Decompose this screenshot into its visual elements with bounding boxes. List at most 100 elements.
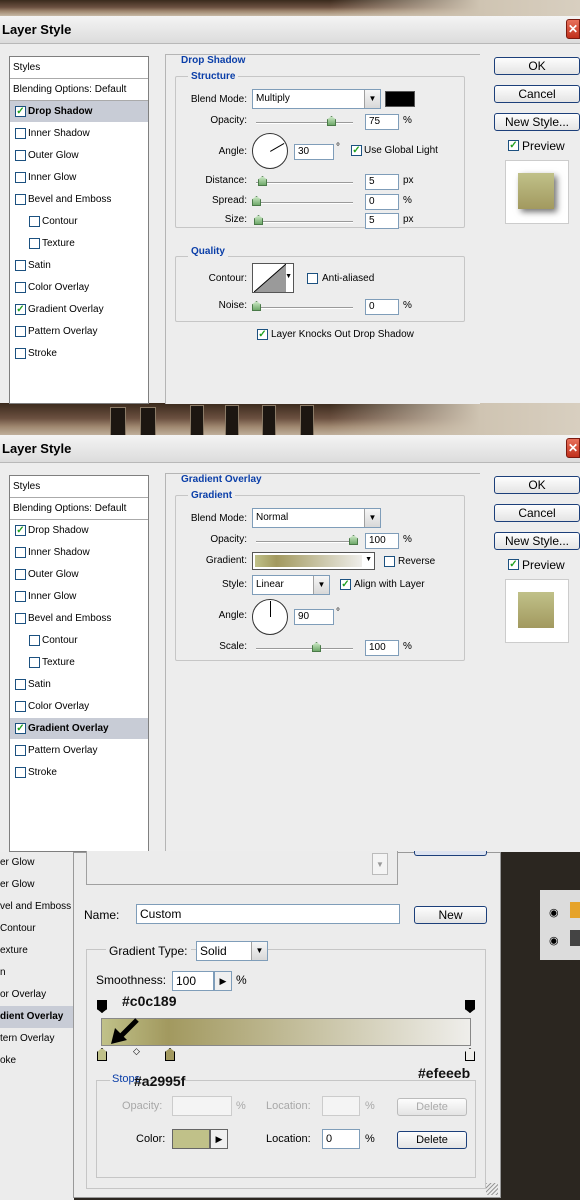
editor-style-item[interactable]: tern Overlay xyxy=(0,1028,74,1050)
style-item-stroke[interactable]: Stroke xyxy=(10,343,148,365)
noise-field[interactable]: 0 xyxy=(365,299,399,315)
style-item-satin[interactable]: Satin xyxy=(10,255,148,277)
style-item-contour[interactable]: Contour xyxy=(10,630,148,652)
distance-slider[interactable] xyxy=(256,176,353,186)
editor-style-item[interactable]: Contour xyxy=(0,918,74,940)
preview-checkbox[interactable]: ✓ xyxy=(508,559,519,570)
editor-style-item[interactable]: oke xyxy=(0,1050,74,1072)
style-item-stroke[interactable]: Stroke xyxy=(10,762,148,784)
midpoint-diamond-icon[interactable]: ◇ xyxy=(133,1046,140,1057)
style-item-checkbox[interactable] xyxy=(15,128,26,139)
style-item-bevel-and-emboss[interactable]: Bevel and Emboss xyxy=(10,189,148,211)
presets-scrollbar[interactable]: ▼ xyxy=(372,853,388,875)
new-style-button[interactable]: New Style... xyxy=(494,532,580,550)
angle-field[interactable]: 90 xyxy=(294,609,334,625)
styles-header[interactable]: Styles xyxy=(10,476,148,498)
blend-mode-select[interactable]: Multiply ▼ xyxy=(252,89,381,109)
opacity-slider[interactable] xyxy=(256,535,358,545)
ok-button[interactable]: OK xyxy=(494,57,580,75)
shadow-color-swatch[interactable] xyxy=(385,91,415,107)
gradient-bar[interactable] xyxy=(101,1018,471,1046)
style-item-checkbox[interactable] xyxy=(15,613,26,624)
use-global-light-checkbox[interactable]: ✓ xyxy=(351,145,362,156)
editor-style-item[interactable]: exture xyxy=(0,940,74,962)
style-item-checkbox[interactable] xyxy=(15,591,26,602)
style-item-checkbox[interactable] xyxy=(15,172,26,183)
dialog2-close-icon[interactable]: ✕ xyxy=(566,438,580,458)
dialog1-titlebar[interactable]: Layer Style ✕ xyxy=(0,16,580,44)
style-item-texture[interactable]: Texture xyxy=(10,652,148,674)
style-item-texture[interactable]: Texture xyxy=(10,233,148,255)
style-item-color-overlay[interactable]: Color Overlay xyxy=(10,696,148,718)
angle-field[interactable]: 30 xyxy=(294,144,334,160)
dialog1-close-icon[interactable]: ✕ xyxy=(566,19,580,39)
style-item-gradient-overlay[interactable]: ✓ Gradient Overlay xyxy=(10,299,148,321)
style-item-pattern-overlay[interactable]: Pattern Overlay xyxy=(10,321,148,343)
style-item-checkbox[interactable] xyxy=(29,635,40,646)
style-item-checkbox[interactable]: ✓ xyxy=(15,525,26,536)
gradient-picker[interactable]: ▼ xyxy=(252,552,375,570)
name-field[interactable]: Custom xyxy=(136,904,400,924)
style-item-checkbox[interactable] xyxy=(15,326,26,337)
blend-mode-select[interactable]: Normal ▼ xyxy=(252,508,381,528)
style-item-checkbox[interactable] xyxy=(29,657,40,668)
style-item-contour[interactable]: Contour xyxy=(10,211,148,233)
gradient-type-select[interactable]: Solid ▼ xyxy=(196,941,268,961)
delete-color-stop-button[interactable]: Delete xyxy=(397,1131,467,1149)
editor-style-item[interactable]: n xyxy=(0,962,74,984)
cancel-button[interactable]: Cancel xyxy=(494,85,580,103)
opacity-field[interactable]: 75 xyxy=(365,114,399,130)
resize-grip-icon[interactable] xyxy=(486,1183,498,1195)
size-field[interactable]: 5 xyxy=(365,213,399,229)
ok-button[interactable]: OK xyxy=(494,476,580,494)
editor-style-item[interactable]: dient Overlay xyxy=(0,1006,74,1028)
stop-color-swatch[interactable] xyxy=(172,1129,210,1149)
style-item-inner-shadow[interactable]: Inner Shadow xyxy=(10,542,148,564)
style-item-checkbox[interactable] xyxy=(15,745,26,756)
style-item-drop-shadow[interactable]: ✓ Drop Shadow xyxy=(10,101,148,123)
angle-dial[interactable] xyxy=(252,133,288,169)
blending-options[interactable]: Blending Options: Default xyxy=(10,79,148,101)
styles-header[interactable]: Styles xyxy=(10,57,148,79)
style-item-checkbox[interactable] xyxy=(29,238,40,249)
style-item-checkbox[interactable]: ✓ xyxy=(15,106,26,117)
anti-aliased-checkbox[interactable] xyxy=(307,273,318,284)
spread-field[interactable]: 0 xyxy=(365,194,399,210)
blending-options[interactable]: Blending Options: Default xyxy=(10,498,148,520)
style-item-checkbox[interactable] xyxy=(15,547,26,558)
dialog2-titlebar[interactable]: Layer Style ✕ xyxy=(0,435,580,463)
style-item-checkbox[interactable] xyxy=(15,282,26,293)
eye-icon[interactable]: ◉ xyxy=(549,906,559,919)
style-item-satin[interactable]: Satin xyxy=(10,674,148,696)
style-item-checkbox[interactable] xyxy=(15,569,26,580)
reverse-checkbox[interactable] xyxy=(384,556,395,567)
opacity-slider[interactable] xyxy=(256,116,353,126)
style-item-outer-glow[interactable]: Outer Glow xyxy=(10,564,148,586)
style-item-checkbox[interactable] xyxy=(15,701,26,712)
scale-field[interactable]: 100 xyxy=(365,640,399,656)
eye-icon[interactable]: ◉ xyxy=(549,934,559,947)
style-item-checkbox[interactable] xyxy=(15,194,26,205)
style-item-checkbox[interactable] xyxy=(29,216,40,227)
style-item-inner-glow[interactable]: Inner Glow xyxy=(10,586,148,608)
style-item-checkbox[interactable]: ✓ xyxy=(15,304,26,315)
angle-dial[interactable] xyxy=(252,599,288,635)
stop-color-arrow-button[interactable]: ▶ xyxy=(210,1129,228,1149)
style-item-outer-glow[interactable]: Outer Glow xyxy=(10,145,148,167)
spread-slider[interactable] xyxy=(252,196,353,206)
contour-picker[interactable]: ▼ xyxy=(252,263,294,293)
style-item-checkbox[interactable] xyxy=(15,260,26,271)
style-item-pattern-overlay[interactable]: Pattern Overlay xyxy=(10,740,148,762)
smoothness-arrow-button[interactable]: ▶ xyxy=(214,971,232,991)
style-item-gradient-overlay[interactable]: ✓ Gradient Overlay xyxy=(10,718,148,740)
stop-color-location-field[interactable]: 0 xyxy=(322,1129,360,1149)
smoothness-field[interactable]: 100 xyxy=(172,971,214,991)
cancel-button[interactable]: Cancel xyxy=(494,504,580,522)
new-gradient-button[interactable]: New xyxy=(414,906,487,924)
style-item-checkbox[interactable] xyxy=(15,767,26,778)
editor-style-item[interactable]: vel and Emboss xyxy=(0,896,74,918)
style-item-checkbox[interactable] xyxy=(15,348,26,359)
new-style-button[interactable]: New Style... xyxy=(494,113,580,131)
style-item-bevel-and-emboss[interactable]: Bevel and Emboss xyxy=(10,608,148,630)
editor-style-item[interactable]: er Glow xyxy=(0,874,74,896)
